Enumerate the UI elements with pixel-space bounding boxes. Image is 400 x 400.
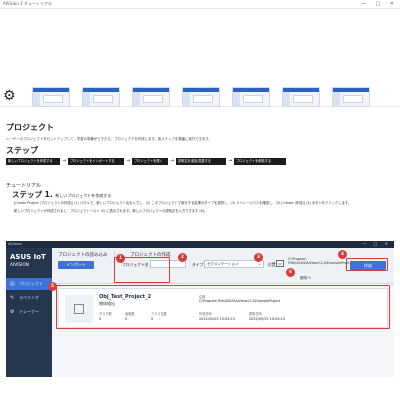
path-line-2: Files\ASUS\AIVision\2.0\ExampleProje... (288, 261, 353, 265)
nav-label: プロジェクト (19, 281, 43, 286)
app-sidebar: ASUS IoT AIVISION ▤ プロジェクト ✎ ラベリング ⚙ トレー… (6, 248, 52, 377)
step-import[interactable]: プロジェクトをインポートする (68, 158, 124, 165)
nav-label: トレーナー (19, 309, 39, 314)
thumbnail-5[interactable] (232, 87, 270, 107)
bullet-2: 新しいプロジェクトが作成されると、プロジェクトリスト (5) に表示されます。新… (14, 209, 208, 213)
app-title: AIVision (8, 242, 22, 246)
thumbnail-3[interactable] (132, 87, 170, 107)
tutorial-toolbar: ⚙ (0, 9, 400, 107)
import-button[interactable]: インポート (58, 261, 94, 269)
window-titlebar: AIVision 2 チュートリアル — □ ✕ (0, 0, 400, 9)
pencil-icon: ✎ (10, 295, 15, 301)
chevron-down-icon: ⌄ (258, 262, 261, 266)
callout-highlight-4 (346, 258, 388, 271)
description-text: 説明 (300, 276, 307, 280)
app-window-controls[interactable]: — □ ✕ (362, 241, 391, 246)
page-lead: レーザーのプロジェクトをセットアップして、学習の準備ができたら、プロジェクトを作… (6, 137, 212, 141)
arrow-icon: → (170, 158, 175, 164)
window-title: AIVision 2 チュートリアル (3, 1, 52, 6)
nav-item-project[interactable]: ▤ プロジェクト (6, 278, 52, 290)
thumbnail-1[interactable] (32, 87, 70, 107)
product-name: AIVISION (10, 263, 30, 268)
brand-logo: ASUS IoT (10, 253, 46, 261)
bullet-1: [Create Project (プロジェクトの作成)] (1) パネルで、新し… (14, 201, 352, 205)
thumbnail-2[interactable] (82, 87, 120, 107)
folder-icon[interactable]: ▭ (276, 260, 284, 267)
nav-label: ラベリング (19, 295, 39, 300)
callout-1: 1 (116, 254, 125, 263)
type-value: セグメンテーション (207, 262, 239, 266)
steps-heading: ステップ (6, 146, 38, 155)
path-label: 位置 (268, 262, 276, 267)
nav-item-labeling[interactable]: ✎ ラベリング (6, 292, 52, 304)
callout-2: 2 (178, 253, 187, 262)
step1-title: ステップ 1. (12, 190, 53, 199)
step-description[interactable]: 説明文を追加/変更する (176, 158, 226, 165)
tutorial-heading: チュートリアル (6, 183, 41, 189)
gear-icon: ⚙ (10, 309, 15, 315)
project-icon: ▤ (10, 281, 15, 287)
import-title: プロジェクトの読み込み (58, 253, 108, 258)
arrow-icon: → (62, 158, 67, 164)
thumbnail-4[interactable] (182, 87, 220, 107)
thumbnail-7[interactable] (332, 87, 370, 107)
step-open[interactable]: プロジェクトを開く (132, 158, 168, 165)
step-delete[interactable]: プロジェクトを削除する (234, 158, 286, 165)
step1-subtitle: 新しいプロジェクトを作成する (55, 193, 112, 198)
type-label: タイプ (192, 262, 204, 267)
step1-heading: ステップ 1. 新しいプロジェクトを作成する (12, 189, 111, 200)
window-controls[interactable]: — □ ✕ (361, 1, 398, 7)
tutorial-content: プロジェクト レーザーのプロジェクトをセットアップして、学習の準備ができたら、プ… (0, 108, 400, 400)
arrow-icon: → (126, 158, 131, 164)
thumbnail-6[interactable] (282, 87, 320, 107)
nav-item-trainer[interactable]: ⚙ トレーナー (6, 306, 52, 318)
callout-highlight-5 (56, 285, 390, 329)
gear-icon[interactable]: ⚙ (3, 89, 17, 103)
description-label[interactable]: 説明 ✎ (300, 276, 311, 281)
callout-6: 6 (286, 268, 295, 277)
step-create[interactable]: 新しいプロジェクトを作成する (6, 158, 60, 165)
edit-icon[interactable]: ✎ (308, 276, 311, 280)
page-title: プロジェクト (6, 123, 54, 132)
arrow-icon: → (228, 158, 233, 164)
app-screenshot: AIVision — □ ✕ ASUS IoT AIVISION ▤ プロジェク… (6, 241, 394, 377)
callout-3: 3 (254, 253, 263, 262)
